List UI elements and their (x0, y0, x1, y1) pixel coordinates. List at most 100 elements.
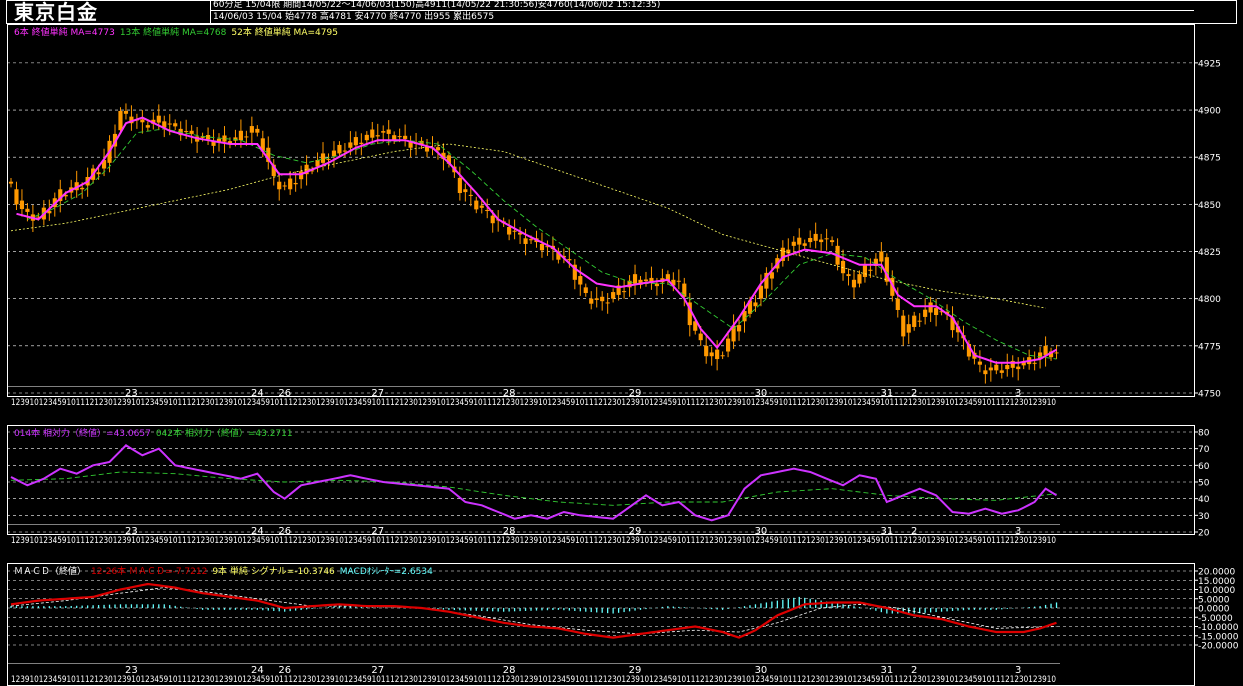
candle-body (868, 269, 873, 271)
legend-item: 52本 終値単純 MA=4795 (231, 26, 338, 38)
candle-body (479, 205, 484, 208)
candle-body (523, 238, 528, 244)
y-tick-label: 4925 (1198, 59, 1221, 69)
rsi-panel (10, 444, 1058, 522)
y-tick-label: 4800 (1198, 295, 1221, 305)
candle-body (19, 200, 25, 210)
candle-body (320, 153, 326, 163)
ma6-line (16, 116, 1058, 364)
candle-body (348, 142, 353, 148)
candle-body (337, 144, 342, 154)
macd-legend: ＭＡＣＤ（終値） 12-26本 ＭＡＣＤ=-7.7212 9本 単純 シグナル=-1… (14, 565, 433, 577)
instrument-title: 東京白金 (14, 0, 98, 24)
candle-body (879, 251, 884, 262)
candle-body (846, 274, 851, 277)
candle-body (676, 280, 681, 282)
y-tick-label: 4825 (1198, 248, 1221, 258)
candle-body (468, 194, 473, 196)
date-label: 27 (371, 665, 384, 676)
candle-body (1054, 352, 1059, 354)
y-tick-label: 4750 (1198, 390, 1221, 400)
y-tick-label: 20.0000 (1198, 568, 1235, 578)
candle-body (901, 315, 906, 337)
date-label: 30 (755, 388, 768, 399)
candle-body (145, 125, 150, 128)
candle-body (485, 210, 490, 212)
candle-body (912, 315, 917, 327)
y-tick-label: 50 (1198, 479, 1210, 489)
date-label: 29 (629, 665, 642, 676)
y-tick-label: 70 (1198, 445, 1210, 455)
date-label: 23 (125, 526, 138, 537)
chart-canvas: 1239101234591011121230123910123459101112… (6, 0, 1239, 686)
candle-body (539, 243, 545, 251)
candle-body (758, 285, 764, 299)
candle-body (605, 302, 610, 304)
date-label: 23 (125, 388, 138, 399)
candle-body (238, 130, 243, 141)
candle-body (25, 208, 30, 212)
date-label: 31 (880, 526, 893, 537)
date-label: 27 (371, 388, 384, 399)
last-bar-info: 14/06/03 15/04 始4778 高4781 安4770 終4770 出… (213, 12, 495, 22)
date-label: 28 (503, 388, 516, 399)
date-label: 26 (278, 665, 291, 676)
candle-body (906, 324, 911, 333)
price-frame (7, 24, 1195, 397)
candle-body (249, 126, 254, 133)
date-label: 31 (880, 388, 893, 399)
grid-lines (7, 62, 1194, 646)
legend-item: 9本 単純 シグナル=-10.3746 (212, 565, 335, 577)
candle-body (977, 361, 982, 365)
hour-strip: 1239101234591011121230123910123459101112… (11, 398, 1056, 408)
candle-body (736, 325, 742, 332)
candle-body (14, 189, 19, 205)
candle-body (359, 142, 364, 144)
candle-body (797, 237, 802, 245)
candle-body (118, 110, 123, 131)
date-label: 29 (629, 526, 642, 537)
candle-body (594, 298, 599, 300)
candle-body (293, 182, 298, 185)
candle-body (934, 308, 939, 316)
macd-line (10, 582, 1057, 639)
date-label: 2 (911, 526, 917, 537)
candle-body (632, 274, 638, 284)
hour-strip: 1239101234591011121230123910123459101112… (11, 675, 1056, 685)
date-label: 30 (755, 526, 768, 537)
legend-item: 014本 相対力（終値）=43.0657 (14, 427, 151, 439)
candle-body (331, 150, 337, 157)
legends: 6本 終値単純 MA=4773 13本 終値単純 MA=4768 52本 終値単純 … (14, 26, 433, 577)
macd-panel (10, 582, 1058, 639)
date-label: 24 (251, 526, 264, 537)
candle-body (824, 238, 829, 240)
candle-body (928, 302, 933, 313)
candle-body (288, 178, 293, 190)
y-tick-label: 20 (1198, 529, 1210, 539)
price-legend: 6本 終値単純 MA=4773 13本 終値単純 MA=4768 52本 終値単純 … (14, 26, 338, 38)
candle-body (819, 239, 824, 243)
date-label: 26 (278, 388, 291, 399)
candle-body (255, 128, 260, 133)
y-tick-label: 15.0000 (1198, 577, 1235, 587)
candle-body (1043, 345, 1048, 356)
candle-body (917, 320, 922, 322)
candle-body (184, 131, 189, 133)
y-tick-label: 0.0000 (1198, 605, 1230, 615)
y-tick-label: 4900 (1198, 107, 1221, 117)
candle-body (622, 291, 627, 293)
candle-body (1016, 366, 1021, 370)
candle-body (813, 233, 818, 241)
date-label: 28 (503, 665, 516, 676)
legend-item: ＭＡＣＤ（終値） (14, 565, 86, 577)
candle-body (512, 230, 517, 232)
candle-body (282, 185, 287, 187)
candle-body (583, 287, 588, 294)
candle-body (507, 226, 512, 235)
legend-item: 042本 相対力（終値）=43.2711 (156, 427, 293, 439)
candle-body (999, 370, 1004, 373)
candle-body (709, 352, 714, 357)
date-label: 27 (371, 526, 384, 537)
y-tick-label: 80 (1198, 429, 1210, 439)
candle-body (578, 276, 583, 285)
